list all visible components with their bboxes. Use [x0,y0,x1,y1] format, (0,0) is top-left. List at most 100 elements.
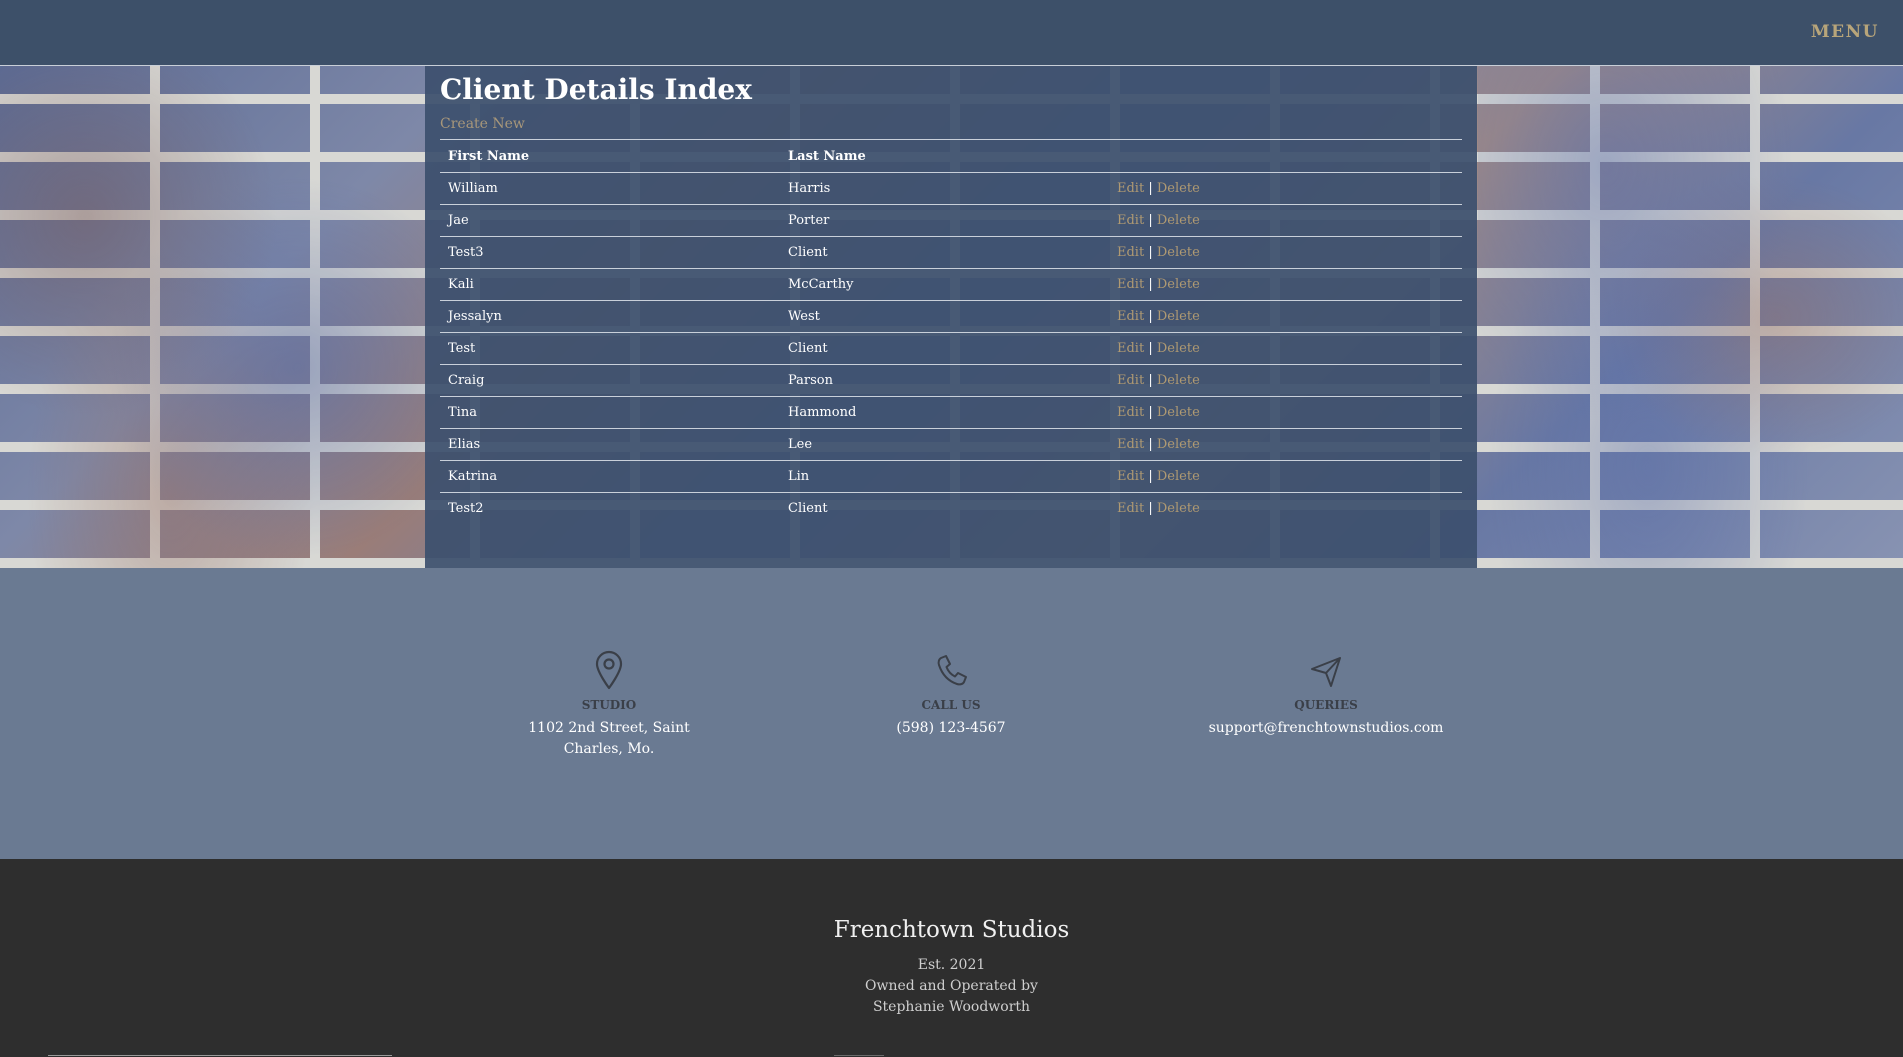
edit-link[interactable]: Edit [1117,405,1144,420]
table-header-row: First Name Last Name [440,139,1462,173]
first-name-cell: Test [440,332,780,365]
action-separator: | [1148,469,1153,484]
delete-link[interactable]: Delete [1157,277,1200,292]
queries-label: QUERIES [1294,698,1358,712]
delete-link[interactable]: Delete [1157,437,1200,452]
edit-link[interactable]: Edit [1117,373,1144,388]
map-pin-icon [595,650,623,690]
queries-contact: QUERIES support@frenchtownstudios.com [1161,650,1491,739]
paper-plane-icon [1311,657,1341,687]
table-row: Tina Hammond Edit | Delete [440,396,1462,429]
table-row: Jessalyn West Edit | Delete [440,300,1462,333]
site-footer: Frenchtown Studios Est. 2021 Owned and O… [0,859,1903,1057]
table-row: Kali McCarthy Edit | Delete [440,268,1462,301]
row-actions: Edit | Delete [1109,300,1462,333]
delete-link[interactable]: Delete [1157,501,1200,516]
footer-divider [48,1055,392,1056]
table-row: William Harris Edit | Delete [440,172,1462,205]
menu-button[interactable]: MENU [1811,22,1879,42]
delete-link[interactable]: Delete [1157,469,1200,484]
edit-link[interactable]: Edit [1117,469,1144,484]
edit-link[interactable]: Edit [1117,501,1144,516]
first-name-cell: Jae [440,204,780,237]
clients-table-body: William Harris Edit | Delete Jae Porter Edit … [440,172,1462,524]
phone-number[interactable]: (598) 123-4567 [821,718,1081,739]
last-name-cell: Lee [780,428,1109,461]
row-actions: Edit | Delete [1109,236,1462,269]
first-name-cell: Test3 [440,236,780,269]
row-actions: Edit | Delete [1109,332,1462,365]
studio-address-line2: Charles, Mo. [563,741,655,757]
table-row: Test2 Client Edit | Delete [440,492,1462,524]
first-name-cell: Katrina [440,460,780,493]
row-actions: Edit | Delete [1109,204,1462,237]
action-separator: | [1148,501,1153,516]
action-separator: | [1148,341,1153,356]
action-separator: | [1148,405,1153,420]
top-nav-bar: MENU [0,0,1903,66]
row-actions: Edit | Delete [1109,364,1462,397]
contact-section: STUDIO 1102 2nd Street, Saint Charles, M… [0,568,1903,859]
call-contact: CALL US (598) 123-4567 [821,650,1081,739]
brick-texture [1478,66,1903,568]
row-actions: Edit | Delete [1109,172,1462,205]
footer-divider [834,1055,884,1056]
delete-link[interactable]: Delete [1157,373,1200,388]
last-name-cell: Lin [780,460,1109,493]
last-name-cell: Porter [780,204,1109,237]
action-separator: | [1148,245,1153,260]
footer-brand: Frenchtown Studios [833,917,1070,943]
brick-texture [0,66,425,568]
edit-link[interactable]: Edit [1117,341,1144,356]
delete-link[interactable]: Delete [1157,405,1200,420]
last-name-cell: Client [780,492,1109,524]
support-email[interactable]: support@frenchtownstudios.com [1161,718,1491,739]
edit-link[interactable]: Edit [1117,181,1144,196]
action-separator: | [1148,373,1153,388]
footer-established: Est. 2021 [917,957,986,973]
last-name-cell: West [780,300,1109,333]
edit-link[interactable]: Edit [1117,309,1144,324]
row-actions: Edit | Delete [1109,268,1462,301]
clients-table: First Name Last Name William Harris Edit |… [440,139,1462,524]
delete-link[interactable]: Delete [1157,213,1200,228]
last-name-cell: Hammond [780,396,1109,429]
delete-link[interactable]: Delete [1157,245,1200,260]
first-name-cell: Tina [440,396,780,429]
edit-link[interactable]: Edit [1117,277,1144,292]
last-name-cell: Client [780,332,1109,365]
footer-owned-line2: Stephanie Woodworth [872,999,1031,1015]
table-row: Test Client Edit | Delete [440,332,1462,365]
first-name-cell: Kali [440,268,780,301]
table-row: Katrina Lin Edit | Delete [440,460,1462,493]
column-header-first-name: First Name [440,139,780,173]
delete-link[interactable]: Delete [1157,181,1200,196]
last-name-cell: Parson [780,364,1109,397]
table-row: Test3 Client Edit | Delete [440,236,1462,269]
page-title: Client Details Index [440,73,752,106]
table-row: Craig Parson Edit | Delete [440,364,1462,397]
first-name-cell: Craig [440,364,780,397]
delete-link[interactable]: Delete [1157,309,1200,324]
create-new-link[interactable]: Create New [440,116,525,132]
studio-address: 1102 2nd Street, Saint Charles, Mo. [479,718,739,760]
row-actions: Edit | Delete [1109,492,1462,524]
action-separator: | [1148,213,1153,228]
action-separator: | [1148,309,1153,324]
table-row: Elias Lee Edit | Delete [440,428,1462,461]
row-actions: Edit | Delete [1109,396,1462,429]
delete-link[interactable]: Delete [1157,341,1200,356]
edit-link[interactable]: Edit [1117,437,1144,452]
last-name-cell: McCarthy [780,268,1109,301]
phone-icon [937,655,967,686]
column-header-actions [1109,139,1462,173]
last-name-cell: Client [780,236,1109,269]
row-actions: Edit | Delete [1109,460,1462,493]
row-actions: Edit | Delete [1109,428,1462,461]
studio-address-line1: 1102 2nd Street, Saint [528,720,690,736]
call-us-label: CALL US [921,698,981,712]
edit-link[interactable]: Edit [1117,245,1144,260]
edit-link[interactable]: Edit [1117,213,1144,228]
last-name-cell: Harris [780,172,1109,205]
first-name-cell: Test2 [440,492,780,524]
